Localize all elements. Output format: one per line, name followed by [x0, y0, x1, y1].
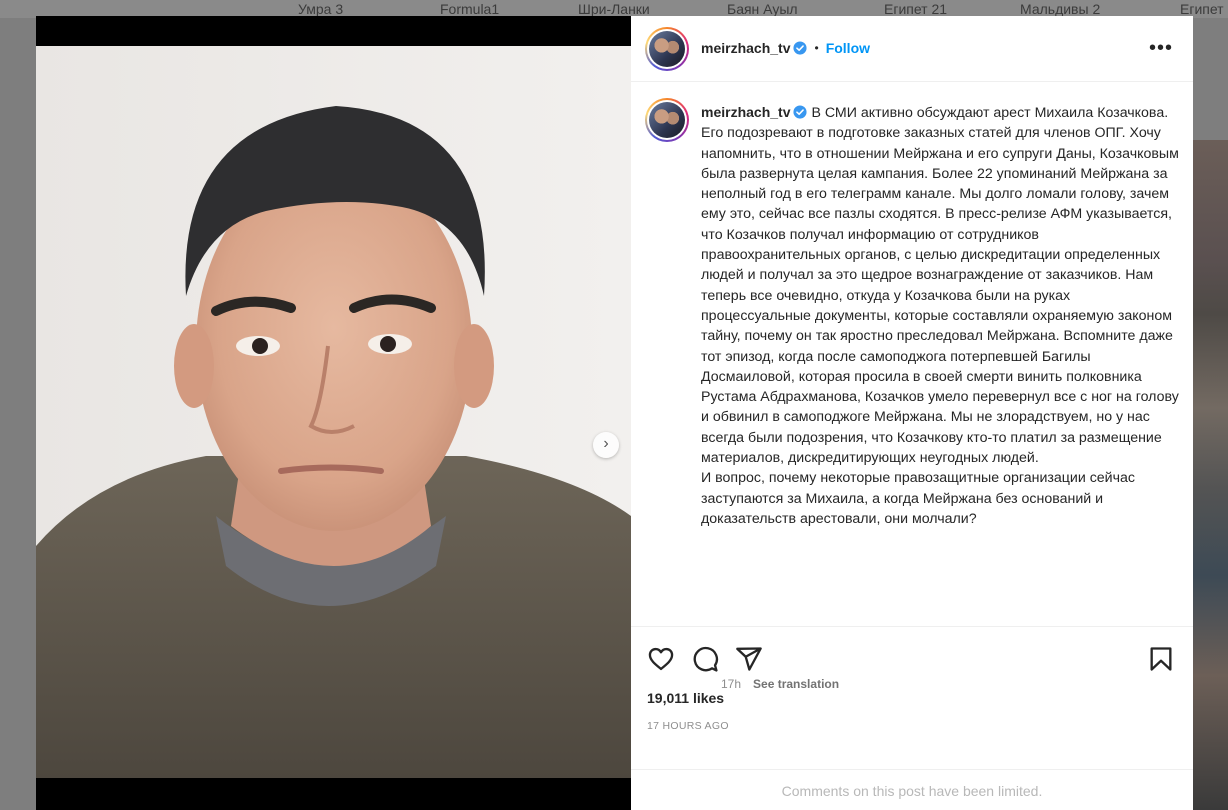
post-timestamp: 17 HOURS AGO — [647, 720, 729, 732]
background-feed-image — [1193, 140, 1228, 810]
likes-count[interactable]: 19,011 likes — [647, 690, 724, 706]
more-horizontal-icon: ••• — [1148, 37, 1173, 59]
separator-dot: • — [814, 41, 819, 55]
more-options-button[interactable]: ••• — [1149, 38, 1173, 58]
avatar[interactable] — [645, 27, 689, 71]
post-media: › — [36, 16, 631, 810]
post-header: meirzhach_tv • Follow ••• — [631, 16, 1193, 82]
caption-username[interactable]: meirzhach_tv — [701, 104, 790, 120]
caption-text: В СМИ активно обсуждают арест Михаила Ко… — [701, 105, 1179, 527]
bookmark-icon[interactable] — [1147, 645, 1175, 673]
post-side-panel: meirzhach_tv • Follow ••• meirzhach_tv В… — [631, 16, 1193, 810]
follow-button[interactable]: Follow — [826, 40, 870, 56]
carousel-next-button[interactable]: › — [593, 432, 619, 458]
comments-limited-notice: Comments on this post have been limited. — [631, 769, 1193, 810]
comment-icon[interactable] — [691, 645, 719, 673]
username-link[interactable]: meirzhach_tv — [701, 40, 790, 56]
avatar[interactable] — [645, 98, 689, 142]
post-caption: meirzhach_tv В СМИ активно обсуждают аре… — [701, 102, 1179, 529]
heart-icon[interactable] — [647, 645, 675, 673]
post-actions: 19,011 likes 17 HOURS AGO Comments on th… — [631, 626, 1193, 810]
verified-badge-icon — [793, 41, 808, 55]
share-icon[interactable] — [735, 645, 763, 673]
verified-badge-icon — [793, 105, 808, 119]
post-modal: › meirzhach_tv • Follow ••• meirzhach_tv — [36, 16, 1193, 810]
chevron-right-icon: › — [603, 435, 609, 452]
post-photo: › — [36, 46, 631, 778]
